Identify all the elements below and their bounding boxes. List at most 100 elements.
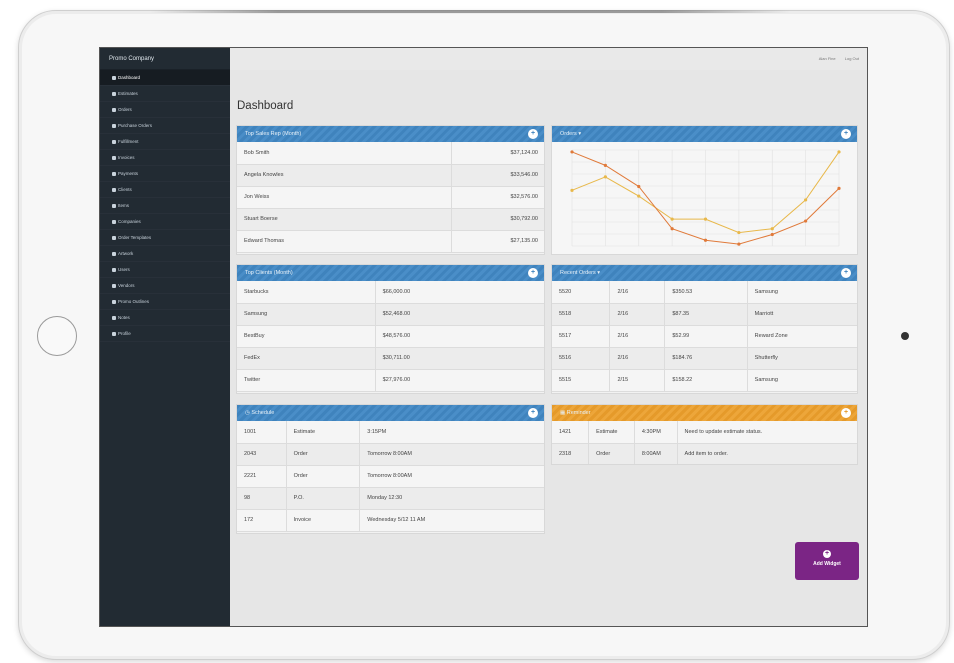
table-row[interactable]: 2318 Order 8:00AM Add item to order.: [552, 443, 857, 464]
recent-orders-panel: Recent Orders ▾ + 5520 2/16 $350.53 Samsung…: [551, 264, 858, 394]
sidebar-item-label: Purchase Orders: [118, 123, 153, 128]
data-point[interactable]: [770, 232, 774, 237]
sidebar-item[interactable]: Order Templates: [100, 230, 230, 246]
table-row[interactable]: 5518 2/16 $87.35 Marriott: [552, 303, 857, 326]
data-point[interactable]: [670, 227, 674, 231]
data-point[interactable]: [570, 188, 574, 192]
topbar-links: Alan Fine Log Out: [811, 56, 859, 61]
table-row[interactable]: 2043 Order Tomorrow 8:00AM: [237, 443, 544, 466]
table-row[interactable]: 1421 Estimate 4:30PM Need to update estimat…: [552, 421, 857, 444]
schedule-settings-icon[interactable]: +: [528, 408, 538, 418]
table-cell: Tomorrow 8:00AM: [359, 465, 544, 488]
table-cell: Order: [286, 443, 361, 466]
data-point[interactable]: [670, 217, 674, 221]
sidebar-item[interactable]: Purchase Orders: [100, 118, 230, 134]
table-row[interactable]: 5520 2/16 $350.53 Samsung: [552, 281, 857, 304]
brand-name[interactable]: Promo Company: [100, 48, 230, 70]
user-link[interactable]: Alan Fine: [819, 56, 836, 61]
add-widget-label: Add Widget: [813, 561, 841, 567]
sidebar-item[interactable]: Profile: [100, 326, 230, 342]
top-sales-settings-icon[interactable]: +: [528, 129, 538, 139]
data-point[interactable]: [570, 150, 574, 154]
data-point[interactable]: [603, 175, 607, 179]
data-point[interactable]: [804, 198, 808, 202]
recent-orders-title[interactable]: Recent Orders ▾: [560, 270, 600, 276]
top-clients-settings-icon[interactable]: +: [528, 268, 538, 278]
sidebar-item[interactable]: Companies: [100, 214, 230, 230]
sidebar-item[interactable]: Fulfillment: [100, 134, 230, 150]
data-point[interactable]: [737, 230, 741, 235]
data-point[interactable]: [837, 150, 841, 154]
schedule-title: Schedule: [251, 410, 275, 416]
table-row[interactable]: Edward Thomas $27,135.00: [237, 230, 544, 253]
data-point[interactable]: [703, 238, 708, 242]
reminder-settings-icon[interactable]: +: [841, 408, 851, 418]
orders-chart-title[interactable]: Orders ▾: [560, 131, 581, 137]
data-point[interactable]: [637, 194, 641, 198]
main-content: Alan Fine Log Out Dashboard Top Sales Re…: [230, 48, 867, 626]
sidebar-item[interactable]: Users: [100, 262, 230, 278]
table-row[interactable]: Angela Knowles $33,546.00: [237, 164, 544, 187]
table-cell: 2/16: [609, 325, 666, 348]
top-clients-panel: Top Clients (Month) + Starbucks $66,000.0…: [236, 264, 545, 394]
table-row[interactable]: 172 Invoice Wednesday 5/12 11 AM: [237, 509, 544, 532]
table-row[interactable]: FedEx $30,711.00: [237, 347, 544, 370]
home-button[interactable]: [37, 316, 77, 356]
sidebar-item[interactable]: Notes: [100, 310, 230, 326]
table-row[interactable]: 5515 2/15 $158.22 Samsung: [552, 369, 857, 392]
sidebar-item[interactable]: Vendors: [100, 278, 230, 294]
sidebar-item[interactable]: Clients: [100, 182, 230, 198]
table-row[interactable]: Jon Weiss $32,576.00: [237, 186, 544, 209]
reminder-table: 1421 Estimate 4:30PM Need to update estimat…: [552, 421, 857, 464]
table-cell: Estimate: [286, 421, 361, 444]
table-cell: $33,546.00: [451, 164, 544, 187]
data-point[interactable]: [770, 227, 774, 231]
table-cell: 5517: [552, 325, 611, 348]
sidebar-item-label: Vendors: [118, 283, 135, 288]
recent-orders-settings-icon[interactable]: +: [841, 268, 851, 278]
top-clients-title: Top Clients (Month): [245, 270, 293, 276]
sidebar-item-label: Dashboard: [118, 75, 141, 80]
table-row[interactable]: 1001 Estimate 3:15PM: [237, 421, 544, 444]
sidebar-item[interactable]: Payments: [100, 166, 230, 182]
data-point[interactable]: [637, 184, 641, 189]
sidebar-item[interactable]: Artwork: [100, 246, 230, 262]
logout-link[interactable]: Log Out: [845, 56, 859, 61]
sidebar-item[interactable]: Promo Outlines: [100, 294, 230, 310]
table-row[interactable]: 5517 2/16 $52.99 Reward Zone: [552, 325, 857, 348]
table-row[interactable]: Samsung $52,468.00: [237, 303, 544, 326]
table-row[interactable]: 98 P.O. Monday 12:30: [237, 487, 544, 510]
table-row[interactable]: Starbucks $66,000.00: [237, 281, 544, 304]
table-cell: $37,124.00: [451, 142, 544, 165]
table-cell: 5520: [552, 281, 611, 304]
sidebar-item[interactable]: Orders: [100, 102, 230, 118]
orders-chart-settings-icon[interactable]: +: [841, 129, 851, 139]
table-cell: 1001: [237, 421, 287, 444]
add-widget-button[interactable]: + Add Widget: [795, 542, 859, 580]
sidebar-item-label: Fulfillment: [118, 139, 139, 144]
data-point[interactable]: [837, 186, 841, 190]
data-point[interactable]: [804, 219, 808, 223]
page-title: Dashboard: [237, 100, 294, 112]
table-row[interactable]: BestBuy $48,576.00: [237, 325, 544, 348]
plus-icon: +: [823, 550, 831, 558]
sidebar-item[interactable]: Dashboard: [100, 70, 230, 86]
sidebar-item[interactable]: Items: [100, 198, 230, 214]
nav-icon: [112, 75, 116, 80]
nav-icon: [112, 91, 116, 96]
table-cell: $87.35: [664, 303, 748, 326]
data-point[interactable]: [603, 163, 607, 167]
table-row[interactable]: Bob Smith $37,124.00: [237, 142, 544, 165]
sidebar-item[interactable]: Invoices: [100, 150, 230, 166]
reminder-header: ▦ Reminder +: [552, 405, 857, 421]
table-row[interactable]: 2221 Order Tomorrow 8:00AM: [237, 465, 544, 488]
sidebar-item[interactable]: Estimates: [100, 86, 230, 102]
nav-icon: [112, 123, 116, 128]
table-cell: Reward Zone: [747, 325, 857, 348]
nav-icon: [112, 235, 116, 240]
data-point[interactable]: [703, 217, 708, 221]
table-row[interactable]: 5516 2/16 $184.76 Shutterfly: [552, 347, 857, 370]
table-row[interactable]: Twitter $27,976.00: [237, 369, 544, 392]
data-point[interactable]: [737, 242, 741, 246]
table-row[interactable]: Stuart Boerse $30,792.00: [237, 208, 544, 231]
